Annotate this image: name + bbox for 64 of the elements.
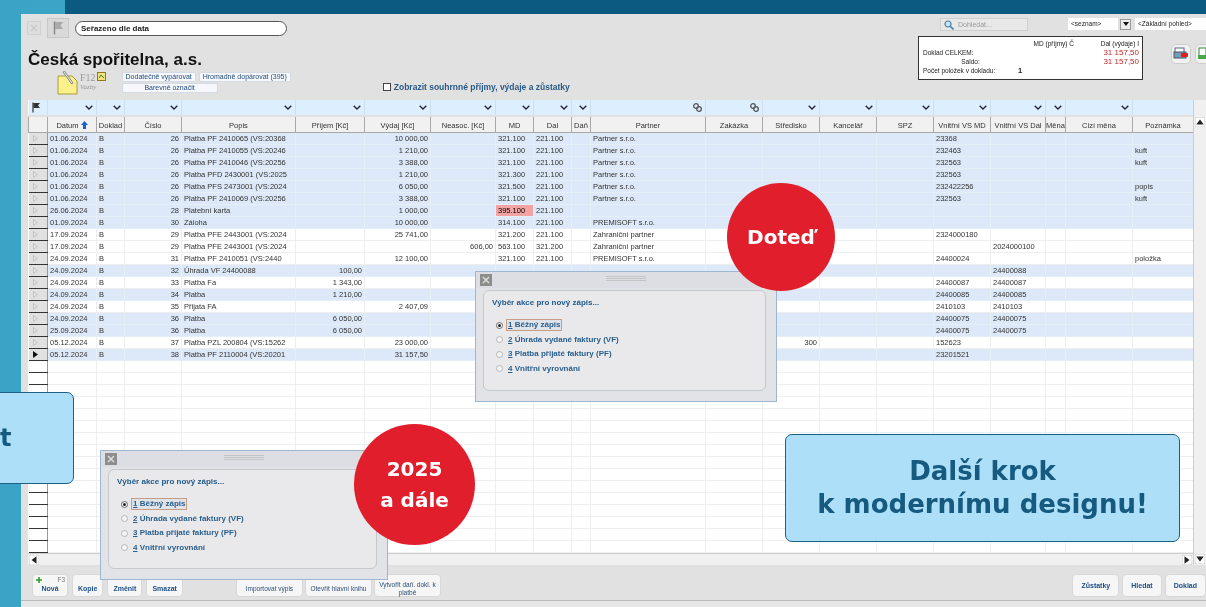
chevron-icon[interactable] (808, 105, 816, 110)
radio-button[interactable] (121, 500, 128, 508)
option-label[interactable]: 2 Úhrada vydané faktury (VF) (131, 512, 246, 525)
chevron-icon[interactable] (1121, 105, 1129, 110)
chevron-icon[interactable] (865, 105, 873, 110)
badge-text: 2025 a dále (380, 455, 449, 514)
radio-button[interactable] (496, 321, 503, 329)
printer-icon[interactable] (1171, 44, 1191, 64)
shortcut-label: F12 (80, 72, 96, 83)
chevron-icon[interactable] (522, 105, 530, 110)
radio-button[interactable] (496, 365, 503, 373)
link-icon[interactable] (750, 103, 759, 112)
panel-heading: Výběr akce pro nový zápis... (117, 477, 226, 486)
chevron-icon[interactable] (484, 105, 492, 110)
document-icon[interactable] (1195, 44, 1206, 64)
option-label[interactable]: 4 Vnitřní vyrovnání (506, 362, 583, 375)
checkbox-label[interactable]: Zobrazit souhrnné příjmy, výdaje a zůstatky (393, 82, 570, 92)
chevron-icon[interactable] (979, 105, 987, 110)
summary-value: 31 157,50 (1102, 57, 1139, 66)
chevron-icon[interactable] (922, 105, 930, 110)
radio-button[interactable] (121, 515, 128, 523)
arrow-up-icon[interactable] (1195, 117, 1205, 127)
option-label[interactable]: 2 Úhrada vydané faktury (VF) (506, 333, 621, 346)
chevron-icon[interactable] (170, 105, 178, 110)
option-label[interactable]: 4 Vnitřní vyrovnání (131, 541, 208, 554)
option-label[interactable]: 1 Běžný zápis (131, 498, 188, 511)
sort-up-icon[interactable] (80, 120, 88, 129)
company-title: Česká spořitelna, a.s. (28, 51, 203, 69)
panel-heading: Výběr akce pro nový zápis... (492, 298, 601, 307)
chevron-icon[interactable] (85, 105, 93, 110)
picture-icon[interactable] (96, 72, 106, 81)
radio-button[interactable] (121, 544, 128, 552)
chevron-icon[interactable] (579, 105, 587, 110)
radio-button[interactable] (121, 529, 128, 537)
flag-icon[interactable] (31, 102, 41, 113)
checkbox[interactable] (382, 83, 391, 91)
arrow-right-icon[interactable] (1182, 554, 1192, 565)
plus-icon (36, 577, 42, 583)
grip-handle[interactable] (606, 276, 646, 282)
summary-value: 31 157,50 (1102, 48, 1139, 57)
sort-field[interactable]: Seřazeno dle data (75, 20, 287, 36)
option-label[interactable]: 1 Běžný zápis (506, 319, 563, 332)
radio-button[interactable] (496, 350, 503, 358)
caret-icon (1122, 22, 1129, 26)
grip-handle[interactable] (224, 455, 264, 461)
chevron-icon[interactable] (419, 105, 427, 110)
dropdown-button[interactable] (1120, 18, 1131, 30)
callout-text: t (0, 422, 12, 454)
radio-button[interactable] (496, 336, 503, 344)
vertical-scrollbar[interactable] (1193, 100, 1206, 565)
link-icon[interactable] (693, 103, 702, 112)
arrow-left-icon[interactable] (29, 554, 39, 565)
option-label[interactable]: 3 Platba přijaté faktury (PF) (506, 348, 614, 361)
search-icon (944, 19, 954, 30)
callout-text: Další krok k modernímu designu! (817, 455, 1148, 521)
flag-icon (52, 21, 64, 35)
chevron-icon[interactable] (113, 105, 121, 110)
chevron-icon[interactable] (1054, 105, 1062, 110)
chevron-icon[interactable] (1034, 105, 1042, 110)
chevron-icon[interactable] (560, 105, 568, 110)
chevron-icon[interactable] (284, 105, 292, 110)
option-label[interactable]: 3 Platba přijaté faktury (PF) (131, 527, 239, 540)
arrow-down-icon[interactable] (1195, 554, 1205, 564)
chevron-icon[interactable] (353, 105, 361, 110)
